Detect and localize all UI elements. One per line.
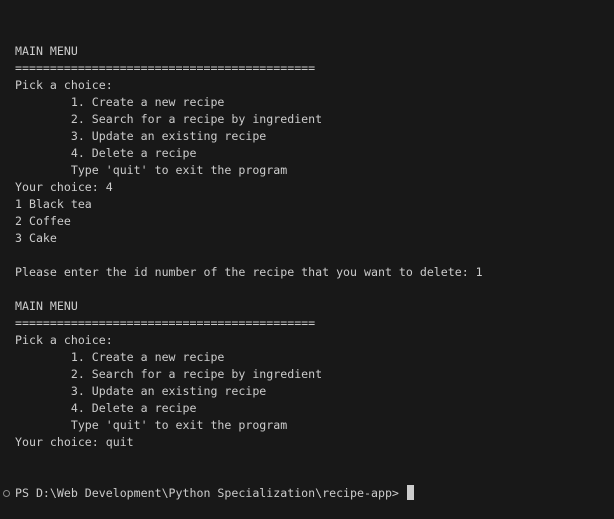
- prompt-line[interactable]: PS D:\Web Development\Python Specializat…: [3, 485, 483, 502]
- terminal-line: MAIN MENU: [15, 44, 78, 58]
- terminal-line: 2. Search for a recipe by ingredient: [15, 112, 323, 126]
- terminal-line: 2 Coffee: [15, 214, 71, 228]
- text-cursor: [406, 485, 414, 500]
- terminal-line: 3. Update an existing recipe: [15, 129, 267, 143]
- terminal-line: ========================================…: [15, 316, 316, 330]
- terminal-line: 3 Cake: [15, 231, 57, 245]
- terminal-line: 3. Update an existing recipe: [15, 384, 267, 398]
- terminal-line: ========================================…: [15, 61, 316, 75]
- terminal-line: Pick a choice:: [15, 78, 113, 92]
- command-status-circle-icon[interactable]: [3, 490, 10, 497]
- terminal-line: 2. Search for a recipe by ingredient: [15, 367, 323, 381]
- terminal-line: Type 'quit' to exit the program: [15, 163, 288, 177]
- terminal-line: Your choice: 4: [15, 180, 113, 194]
- terminal-line: MAIN MENU: [15, 299, 78, 313]
- terminal-line: 1. Create a new recipe: [15, 95, 225, 109]
- terminal-line: 4. Delete a recipe: [15, 146, 197, 160]
- terminal-line: Pick a choice:: [15, 333, 113, 347]
- terminal-output[interactable]: MAIN MENU ===============================…: [3, 9, 483, 519]
- terminal-line: 1 Black tea: [15, 197, 92, 211]
- terminal-line: Please enter the id number of the recipe…: [15, 265, 483, 279]
- terminal-line: 4. Delete a recipe: [15, 401, 197, 415]
- terminal-line: Your choice: quit: [15, 435, 134, 449]
- terminal-line: Type 'quit' to exit the program: [15, 418, 288, 432]
- terminal-line: 1. Create a new recipe: [15, 350, 225, 364]
- shell-prompt: PS D:\Web Development\Python Specializat…: [15, 486, 406, 500]
- terminal-lines: MAIN MENU ===============================…: [15, 43, 483, 451]
